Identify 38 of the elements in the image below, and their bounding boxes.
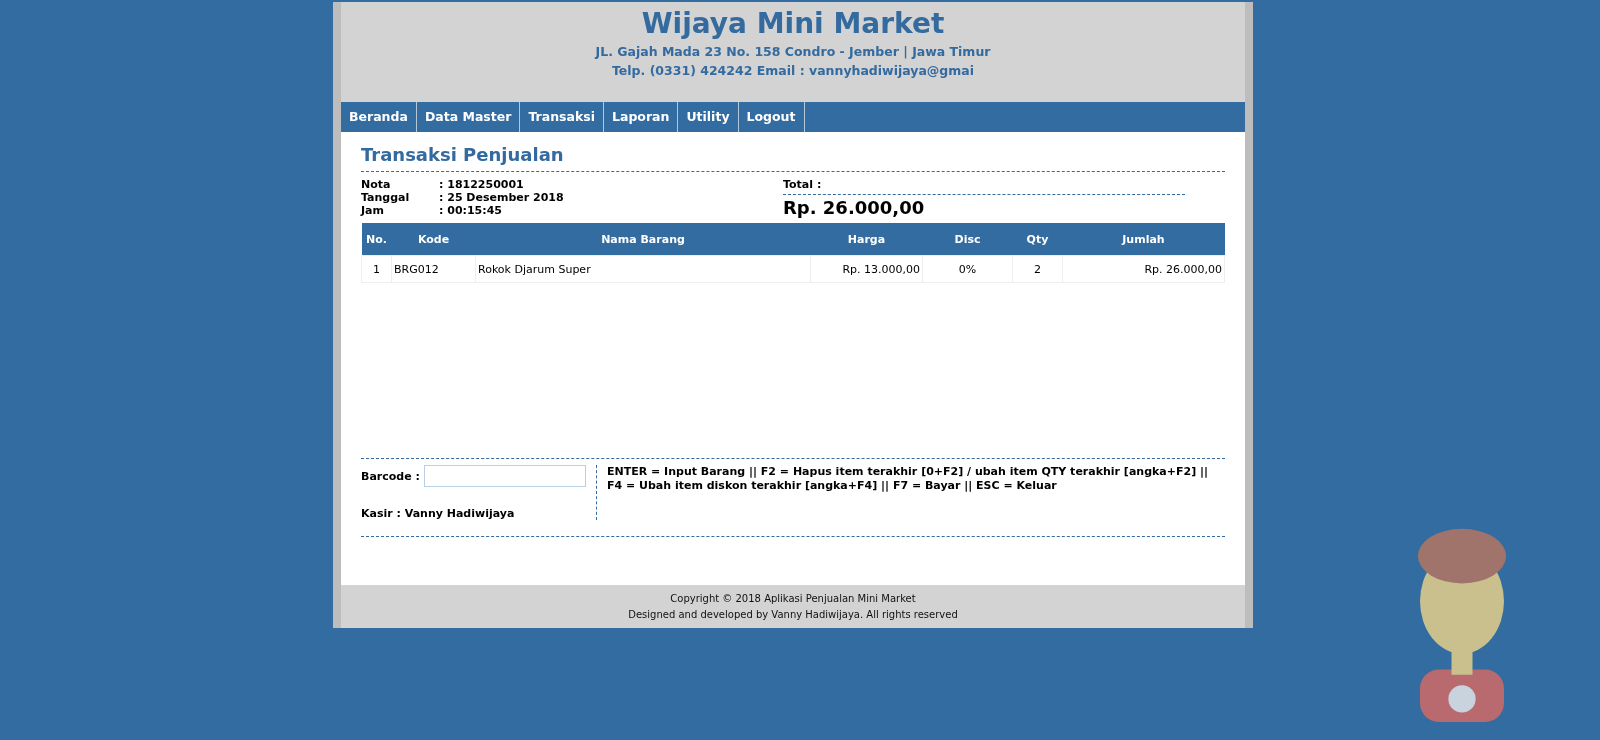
table-cell: Rp. 13.000,00 <box>810 255 923 283</box>
info-value: : 1812250001 <box>439 178 524 191</box>
nav-link[interactable]: Laporan <box>604 102 679 132</box>
table-cell: Rokok Djarum Super <box>475 255 811 283</box>
total-label: Total : <box>783 178 1185 195</box>
footer-text: Copyright © 2018 Aplikasi Penjualan Mini Market <box>669 592 917 606</box>
info-value: : 25 Desember 2018 <box>439 191 564 204</box>
column-header: Disc <box>922 223 1013 256</box>
column-header: Nama Barang <box>475 223 811 256</box>
table-cell: BRG012 <box>391 255 476 283</box>
cashier-text: Kasir : Vanny Hadiwijaya <box>361 507 516 520</box>
table-cell: 0% <box>922 255 1013 283</box>
column-header: Kode <box>391 223 476 256</box>
table-cell: Rp. 26.000,00 <box>1062 255 1225 283</box>
page-title: Transaksi Penjualan <box>361 142 1225 172</box>
footer-text: Designed and developed by Vanny Hadiwijaya. All rights reserved <box>627 608 959 622</box>
info-value: : 00:15:45 <box>439 204 502 217</box>
column-header: Qty <box>1012 223 1063 256</box>
barcode-label: Barcode : <box>361 469 420 483</box>
nav-link[interactable]: Utility <box>678 102 739 132</box>
site-title: Wijaya Mini Market <box>640 6 946 42</box>
column-header: Jumlah <box>1062 223 1225 256</box>
barcode-field[interactable] <box>423 465 586 487</box>
column-header: Harga <box>810 223 923 256</box>
address-text: JL. Gajah Mada 23 No. 158 Condro - Jember | Jawa Timur <box>593 43 992 61</box>
column-header: No. <box>361 223 392 256</box>
shortcut-help: ENTER = Input Barang || F2 = Hapus item terakhir [0+F2] / ubah item QTY terakhir [angka+F2] || F4 = Ubah item diskon terakhir [angka+F4] || F7 = Bayar || ESC = Keluar <box>607 465 1210 493</box>
info-label: Tanggal <box>361 191 411 204</box>
info-label: Jam <box>361 204 385 217</box>
total-amount: Rp. 26.000,00 <box>783 196 926 220</box>
contact-text: Telp. (0331) 424242 Email : vannyhadiwijaya@gmai <box>610 62 976 80</box>
info-label: Nota <box>361 178 392 191</box>
nav-link[interactable]: Beranda <box>341 102 417 132</box>
table-cell: 1 <box>361 255 392 283</box>
nav-link[interactable]: Data Master <box>416 102 521 132</box>
table-cell: 2 <box>1012 255 1063 283</box>
nav-link[interactable]: Logout <box>738 102 805 132</box>
nav-link[interactable]: Transaksi <box>520 102 604 132</box>
